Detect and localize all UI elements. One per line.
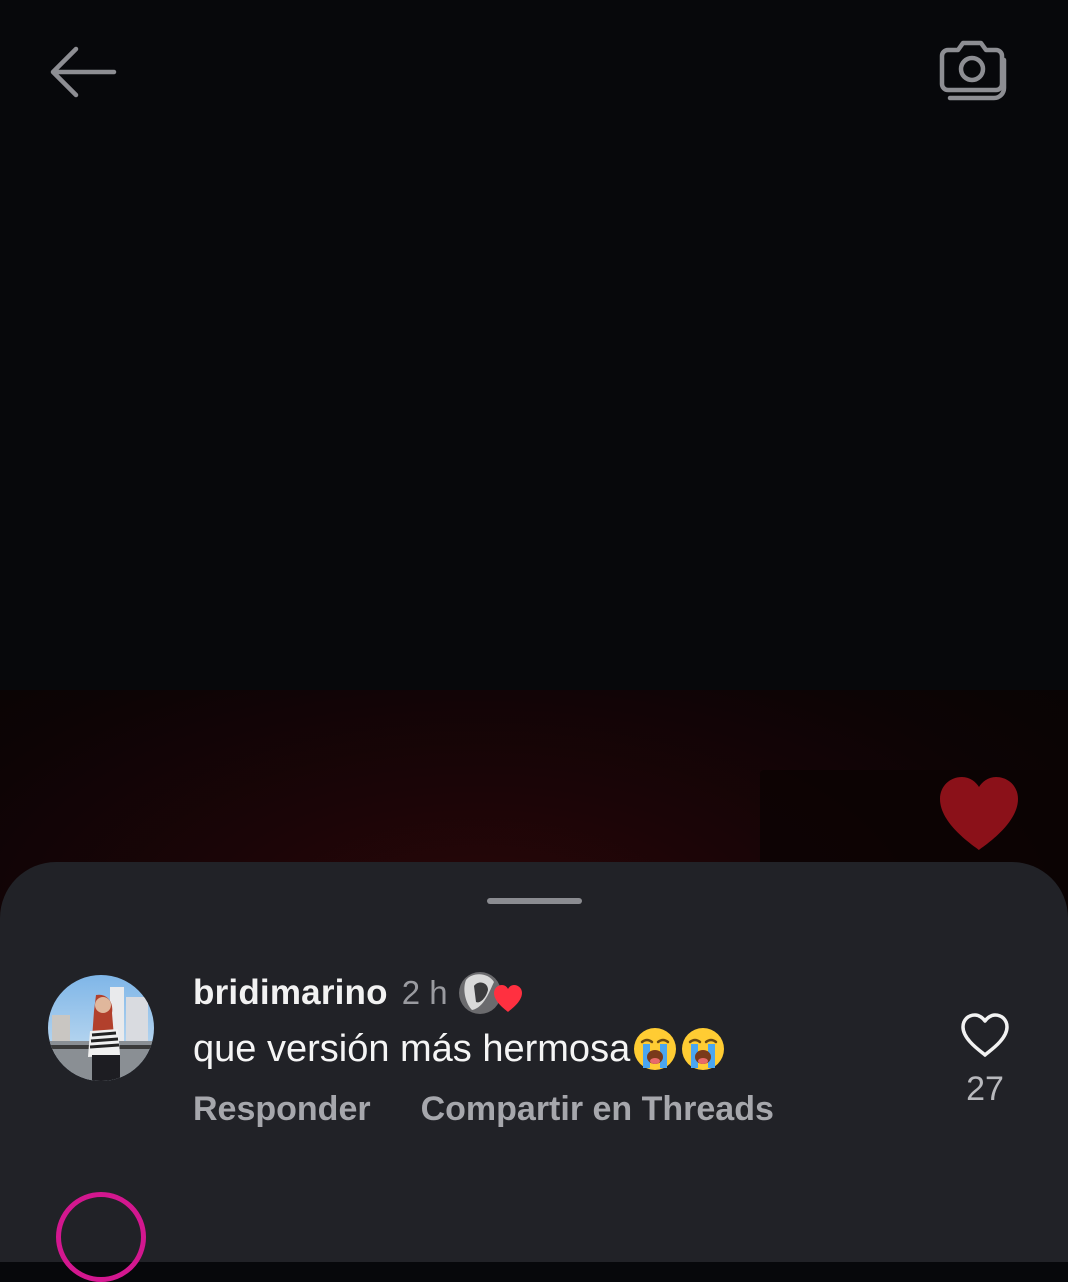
avatar[interactable] xyxy=(48,975,154,1081)
heart-outline-icon[interactable] xyxy=(960,1012,1010,1058)
sheet-drag-handle[interactable] xyxy=(487,898,582,904)
comment-text: que versión más hermosa xyxy=(193,1027,631,1070)
comment-time: 2 h xyxy=(401,974,448,1011)
comment-username[interactable]: bridimarino xyxy=(193,973,388,1013)
comment-actions: Responder Compartir en Threads xyxy=(193,1090,774,1129)
author-avatar-heart-icon xyxy=(458,968,528,1018)
like-count: 27 xyxy=(966,1070,1004,1108)
comment-like: 27 xyxy=(954,1012,1016,1109)
media-top-area xyxy=(0,0,1068,690)
camera-button[interactable] xyxy=(934,36,1012,108)
liked-heart-icon[interactable] xyxy=(936,774,1022,854)
camera-stack-icon xyxy=(939,40,1007,101)
share-threads-button[interactable]: Compartir en Threads xyxy=(421,1090,774,1129)
back-button[interactable] xyxy=(46,40,122,104)
comment-body: que versión más hermosa xyxy=(193,1026,726,1072)
arrow-left-icon xyxy=(50,46,117,98)
comment-header: bridimarino 2 h xyxy=(193,968,528,1018)
comments-sheet: bridimarino 2 h que versión más hermosa xyxy=(0,862,1068,1282)
crying-face-icon xyxy=(680,1026,726,1072)
reply-button[interactable]: Responder xyxy=(193,1090,371,1129)
next-comment-avatar[interactable] xyxy=(56,1192,146,1282)
crying-face-icon xyxy=(632,1026,678,1072)
